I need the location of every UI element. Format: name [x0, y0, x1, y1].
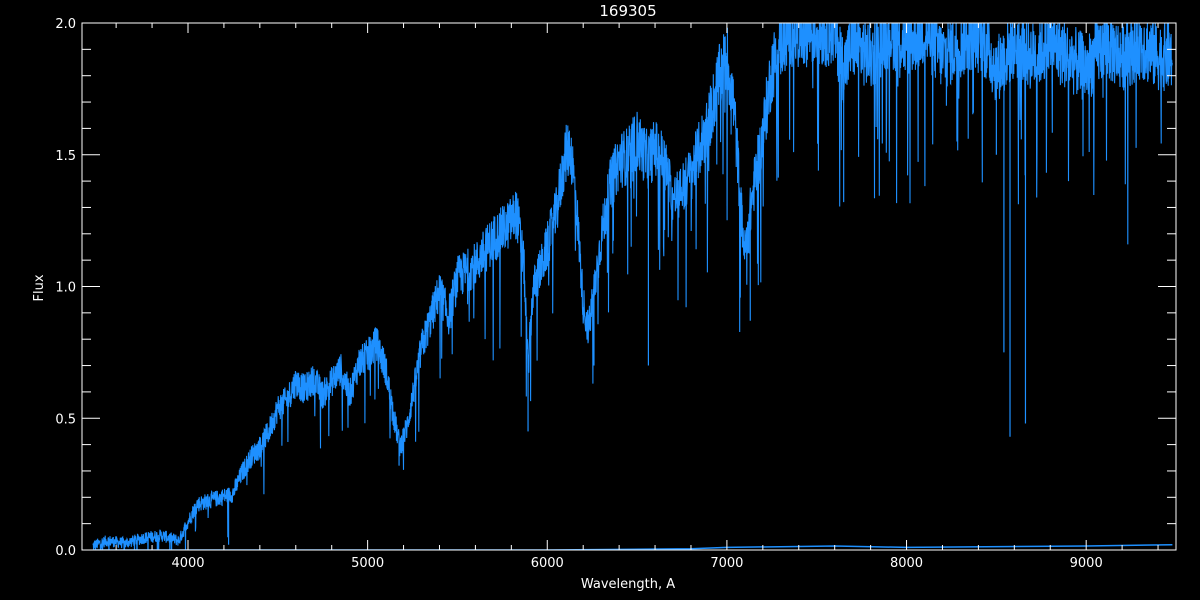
y-tick-label: 0.0 [55, 544, 76, 559]
x-tick-label: 9000 [1070, 556, 1103, 571]
x-axis-label: Wavelength, A [581, 577, 675, 592]
x-tick-label: 4000 [171, 556, 204, 571]
y-tick-label: 1.5 [55, 149, 76, 164]
y-tick-label: 2.0 [55, 17, 76, 32]
x-tick-label: 7000 [710, 556, 743, 571]
y-tick-label: 1.0 [55, 281, 76, 296]
x-tick-label: 5000 [351, 556, 384, 571]
chart-title: 169305 [599, 2, 656, 20]
y-axis-label: Flux [32, 274, 47, 301]
spectrum-chart: 4000 5000 6000 7000 8000 90000.00.51.01.52.0 … [0, 0, 1200, 600]
x-tick-label: 8000 [890, 556, 923, 571]
x-tick-label: 6000 [531, 556, 564, 571]
y-tick-label: 0.5 [55, 412, 76, 427]
